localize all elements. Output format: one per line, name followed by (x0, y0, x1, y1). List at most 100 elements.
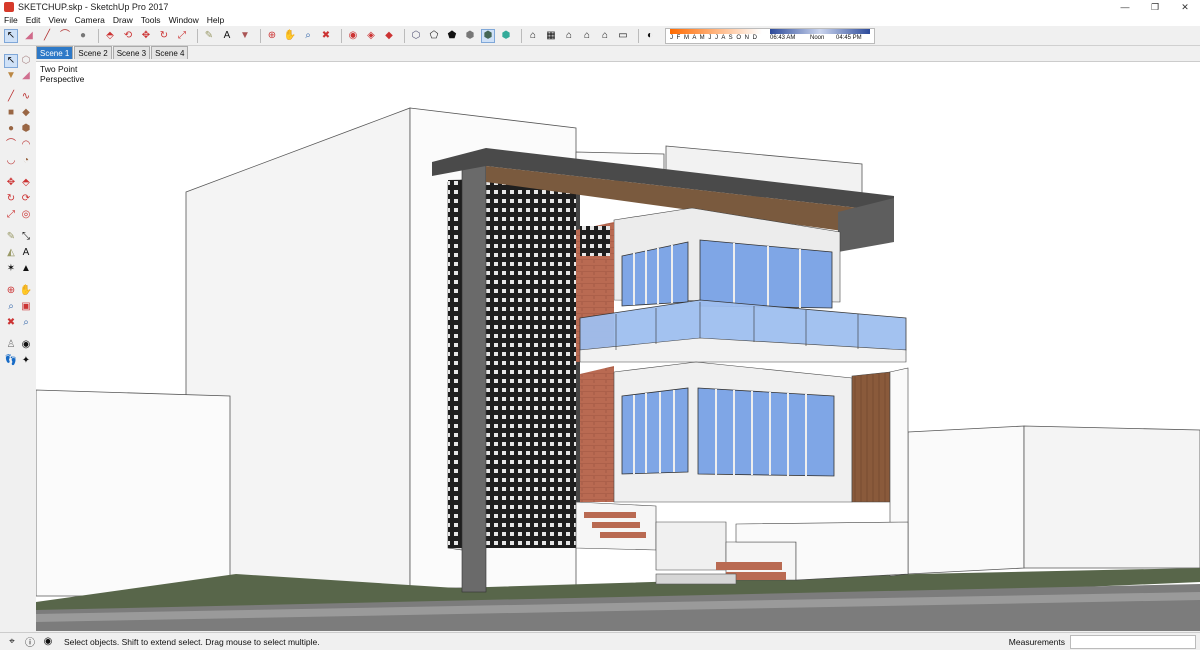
position-camera-icon[interactable]: ♙ (4, 338, 18, 352)
shadows-toggle-icon[interactable]: ◐ (643, 29, 657, 43)
dimension-icon[interactable]: ⤡ (19, 230, 33, 244)
time-start-label: 06:43 AM (770, 34, 796, 41)
rotate-icon[interactable]: ↻ (157, 29, 171, 43)
menu-camera[interactable]: Camera (75, 15, 105, 25)
circle-icon[interactable]: ● (4, 122, 18, 136)
menu-tools[interactable]: Tools (141, 15, 161, 25)
xray-style-icon[interactable]: ⬡ (409, 29, 423, 43)
main-toolbar: ↖ ◢ ╱ ⌒ ● ⬘ ⟲ ✥ ↻ ⤢ ✎ A ▼ ⊕ ✋ ⌕ ✖ ◉ ◈ ◆ … (0, 26, 1200, 46)
month-gradient (670, 28, 762, 34)
entrance-steps (575, 501, 909, 585)
select-tool-icon[interactable]: ↖ (4, 28, 18, 43)
menu-window[interactable]: Window (169, 15, 199, 25)
measurements-input[interactable] (1070, 635, 1196, 649)
move-icon[interactable]: ✥ (4, 176, 18, 190)
zoom-icon[interactable]: ⌕ (4, 300, 18, 314)
extension-warehouse-icon[interactable]: ◈ (364, 29, 378, 43)
axes-icon[interactable]: ✶ (4, 262, 18, 276)
tape-measure-icon[interactable]: ✎ (202, 29, 216, 43)
menu-edit[interactable]: Edit (26, 15, 41, 25)
orbit-icon[interactable]: ⊕ (265, 29, 279, 43)
shadow-month-slider[interactable]: J F M A M J J A S O N D (670, 28, 762, 43)
menu-help[interactable]: Help (207, 15, 224, 25)
model-viewport[interactable]: Two Point Perspective (36, 61, 1200, 631)
paint-bucket-icon[interactable]: ▼ (238, 29, 252, 43)
menu-draw[interactable]: Draw (113, 15, 133, 25)
tab-scene-4[interactable]: Scene 4 (151, 46, 189, 59)
minimize-button[interactable]: — (1110, 0, 1140, 14)
section-plane-icon[interactable]: ✦ (19, 354, 33, 368)
follow-me-icon[interactable]: ⟳ (19, 192, 33, 206)
monochrome-style-icon[interactable]: ⬢ (499, 29, 513, 43)
window-title: SKETCHUP.skp - SketchUp Pro 2017 (18, 2, 169, 12)
tab-scene-2[interactable]: Scene 2 (74, 46, 112, 59)
two-point-arc-icon[interactable]: ◠ (19, 138, 33, 152)
push-pull-icon[interactable]: ⬘ (103, 29, 117, 43)
text-icon[interactable]: A (19, 246, 33, 260)
select-icon[interactable]: ↖ (4, 54, 18, 68)
back-view-icon[interactable]: ⌂ (598, 29, 612, 43)
move-icon[interactable]: ✥ (139, 29, 153, 43)
zoom-icon[interactable]: ⌕ (301, 29, 315, 43)
wireframe-style-icon[interactable]: ⬠ (427, 29, 441, 43)
arc-icon[interactable]: ⌒ (4, 138, 18, 152)
rotated-rectangle-icon[interactable]: ◆ (19, 106, 33, 120)
toolbar-separator (404, 28, 405, 43)
shape-tool-icon[interactable]: ● (76, 29, 90, 43)
polygon-icon[interactable]: ⬢ (19, 122, 33, 136)
pan-icon[interactable]: ✋ (19, 284, 33, 298)
geo-location-icon[interactable]: ⌖ (6, 636, 18, 648)
line-tool-icon[interactable]: ╱ (40, 29, 54, 43)
walk-icon[interactable]: 👣 (4, 354, 18, 368)
right-view-icon[interactable]: ⌂ (580, 29, 594, 43)
scale-icon[interactable]: ⤢ (175, 29, 189, 43)
time-end-label: 04:45 PM (836, 34, 862, 41)
share-model-icon[interactable]: ◆ (382, 29, 396, 43)
hidden-line-style-icon[interactable]: ⬟ (445, 29, 459, 43)
shadow-time-slider[interactable]: 06:43 AM Noon 04:45 PM (770, 28, 870, 43)
iso-view-icon[interactable]: ⌂ (526, 29, 540, 43)
shaded-style-icon[interactable]: ⬢ (463, 29, 477, 43)
warehouse-icon[interactable]: ◉ (346, 29, 360, 43)
menu-file[interactable]: File (4, 15, 18, 25)
text-tool-icon[interactable]: A (220, 29, 234, 43)
three-point-arc-icon[interactable]: ◡ (4, 154, 18, 168)
tab-scene-1[interactable]: Scene 1 (36, 46, 74, 59)
three-d-text-icon[interactable]: ▲ (19, 262, 33, 276)
close-button[interactable]: ✕ (1170, 0, 1200, 14)
restore-button[interactable]: ❐ (1140, 0, 1170, 14)
user-account-icon[interactable]: ◉ (42, 636, 54, 648)
freehand-icon[interactable]: ∿ (19, 90, 33, 104)
zoom-window-icon[interactable]: ▣ (19, 300, 33, 314)
eraser-tool-icon[interactable]: ◢ (22, 29, 36, 43)
push-pull-icon[interactable]: ⬘ (19, 176, 33, 190)
credits-icon[interactable]: ⓘ (24, 636, 36, 649)
front-view-icon[interactable]: ⌂ (562, 29, 576, 43)
tape-measure-icon[interactable]: ✎ (4, 230, 18, 244)
line-icon[interactable]: ╱ (4, 90, 18, 104)
rotate-icon[interactable]: ↻ (4, 192, 18, 206)
offset-icon[interactable]: ⟲ (121, 29, 135, 43)
look-around-icon[interactable]: ◉ (19, 338, 33, 352)
arc-tool-icon[interactable]: ⌒ (58, 29, 72, 43)
zoom-extents-icon[interactable]: ✖ (4, 316, 18, 330)
left-view-icon[interactable]: ▭ (616, 29, 630, 43)
shaded-textures-style-icon[interactable]: ⬢ (481, 28, 495, 43)
pie-icon[interactable]: ◔ (19, 154, 33, 168)
top-view-icon[interactable]: ▦ (544, 29, 558, 43)
rectangle-icon[interactable]: ■ (4, 106, 18, 120)
pan-icon[interactable]: ✋ (283, 29, 297, 43)
tab-scene-3[interactable]: Scene 3 (112, 46, 151, 59)
scale-icon[interactable]: ⤢ (4, 208, 18, 222)
protractor-icon[interactable]: ◭ (4, 246, 18, 260)
make-component-icon[interactable]: ⬡ (19, 54, 33, 68)
zoom-extents-icon[interactable]: ✖ (319, 29, 333, 43)
months-label: J F M A M J J A S O N D (670, 34, 759, 41)
main-column (461, 161, 487, 593)
eraser-icon[interactable]: ◢ (19, 69, 33, 83)
offset-icon[interactable]: ◎ (19, 208, 33, 222)
menu-view[interactable]: View (48, 15, 66, 25)
orbit-icon[interactable]: ⊕ (4, 284, 18, 298)
paint-bucket-icon[interactable]: ▼ (4, 69, 18, 83)
previous-view-icon[interactable]: ⌕ (19, 316, 33, 330)
